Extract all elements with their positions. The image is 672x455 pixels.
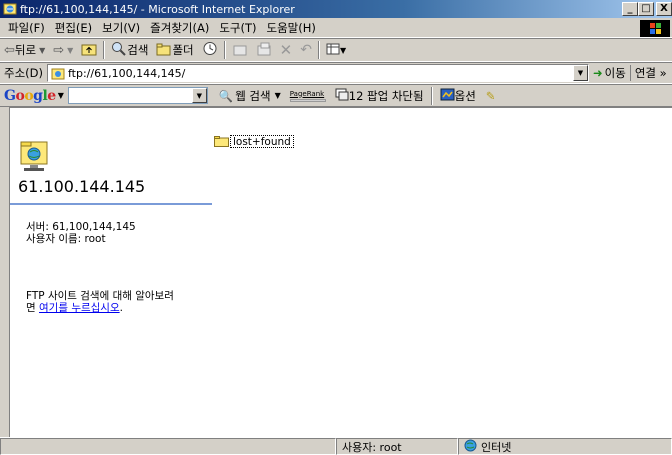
help-line-2-suffix: . bbox=[119, 302, 123, 314]
menu-view[interactable]: 보기(V) bbox=[97, 20, 145, 36]
toolbar-separator bbox=[430, 86, 433, 105]
history-button[interactable] bbox=[198, 41, 222, 59]
close-button[interactable]: X bbox=[656, 2, 672, 16]
folders-button[interactable]: 폴더 bbox=[152, 42, 197, 59]
help-line-2-prefix: 면 bbox=[26, 302, 39, 314]
server-address-text: 서버: 61,100,144,145 bbox=[26, 221, 136, 233]
go-label: 이동 bbox=[604, 66, 626, 80]
menu-bar: 파일(F) 편집(E) 보기(V) 즐겨찾기(A) 도구(T) 도움말(H) bbox=[0, 18, 672, 38]
search-label: 검색 bbox=[127, 43, 149, 57]
search-button[interactable]: 검색 bbox=[107, 41, 152, 59]
back-arrow-icon: ⇦ bbox=[4, 42, 15, 58]
toolbar: ⇦ 뒤로 ▼ ⇨ ▼ 검색 폴더 ✕ ↶ ▼ bbox=[0, 38, 672, 62]
undo-icon: ↶ bbox=[300, 42, 312, 58]
pagerank-bar bbox=[289, 98, 326, 102]
folders-icon bbox=[156, 42, 172, 59]
up-folder-button[interactable] bbox=[77, 42, 101, 59]
views-icon bbox=[326, 43, 340, 58]
move-to-button[interactable] bbox=[228, 42, 252, 59]
toolbar-separator bbox=[223, 41, 226, 59]
toolbar-separator bbox=[103, 41, 106, 59]
go-button[interactable]: ➜ 이동 bbox=[589, 65, 630, 81]
ftp-server-icon bbox=[20, 140, 48, 172]
heading-divider bbox=[10, 203, 212, 205]
chevron-down-icon[interactable]: ▼ bbox=[67, 46, 73, 55]
ftp-content-area[interactable]: 61.100.144.145 서버: 61,100,144,145 사용자 이름… bbox=[9, 107, 672, 437]
help-link[interactable]: 여기를 누르십시오 bbox=[39, 302, 120, 314]
google-toolbar: Google ▼ ▼ 🔍 웹 검색 ▼ PageRank 12 팝업 차단됨 옵… bbox=[0, 84, 672, 107]
history-icon bbox=[202, 41, 218, 59]
minimize-button[interactable]: _ bbox=[622, 2, 638, 16]
maximize-button[interactable]: □ bbox=[638, 2, 654, 16]
google-logo[interactable]: Google bbox=[0, 88, 58, 104]
google-search-input[interactable]: ▼ bbox=[67, 87, 208, 104]
options-icon bbox=[440, 88, 455, 104]
chevron-down-icon[interactable]: ▼ bbox=[39, 46, 45, 55]
forward-arrow-icon: ⇨ bbox=[53, 42, 65, 58]
web-search-label: 웹 검색 bbox=[235, 88, 271, 103]
menu-file[interactable]: 파일(F) bbox=[0, 20, 50, 36]
address-value: ftp://61,100,144,145/ bbox=[68, 66, 186, 80]
up-folder-icon bbox=[81, 42, 97, 59]
views-dropdown-chevron: ▼ bbox=[339, 45, 347, 55]
ie-window-icon[interactable] bbox=[3, 2, 17, 16]
views-button[interactable]: ▼ bbox=[322, 43, 350, 58]
highlight-button[interactable]: ✎ bbox=[481, 89, 501, 103]
menu-help[interactable]: 도움말(H) bbox=[262, 20, 321, 36]
status-bar: 사용자: root 인터넷 bbox=[0, 437, 672, 455]
copy-to-icon bbox=[256, 42, 272, 59]
popup-blocker-label: 12 팝업 차단됨 bbox=[348, 88, 424, 103]
status-zone: 인터넷 bbox=[458, 438, 672, 455]
pagerank-label: PageRank bbox=[289, 89, 325, 98]
address-dropdown-button[interactable]: ▼ bbox=[573, 65, 588, 81]
google-search-dropdown-button[interactable]: ▼ bbox=[191, 88, 207, 103]
status-message bbox=[0, 438, 336, 455]
server-info: 서버: 61,100,144,145 사용자 이름: root bbox=[26, 221, 136, 245]
windows-logo-icon bbox=[640, 20, 670, 37]
file-item-lost-found[interactable]: lost+found bbox=[214, 135, 294, 148]
server-name-heading: 61.100.144.145 bbox=[18, 177, 146, 196]
google-menu-chevron-icon[interactable]: ▼ bbox=[58, 91, 64, 100]
help-line-1: FTP 사이트 검색에 대해 알아보려 bbox=[26, 290, 174, 302]
binoculars-icon: 🔍 bbox=[218, 88, 234, 103]
copy-to-button[interactable] bbox=[252, 42, 276, 59]
menu-favorites[interactable]: 즐겨찾기(A) bbox=[145, 20, 214, 36]
popup-blocker-icon bbox=[335, 88, 349, 104]
delete-icon: ✕ bbox=[279, 41, 293, 59]
popup-blocker-button[interactable]: 12 팝업 차단됨 bbox=[330, 88, 429, 104]
address-label: 주소(D) bbox=[4, 66, 43, 80]
status-zone-label: 인터넷 bbox=[481, 440, 512, 454]
title-bar[interactable]: ftp://61,100,144,145/ - Microsoft Intern… bbox=[0, 0, 672, 18]
options-button[interactable]: 옵션 bbox=[435, 88, 481, 104]
user-name-text: 사용자 이름: root bbox=[26, 233, 106, 245]
back-label: 뒤로 bbox=[14, 43, 37, 57]
web-search-button[interactable]: 🔍 웹 검색 ▼ bbox=[214, 88, 286, 104]
folders-label: 폴더 bbox=[172, 43, 194, 57]
window-title: ftp://61,100,144,145/ - Microsoft Intern… bbox=[20, 2, 295, 16]
file-item-label: lost+found bbox=[230, 135, 294, 148]
toolbar-separator bbox=[317, 41, 320, 59]
search-icon bbox=[111, 41, 127, 59]
chevron-down-icon[interactable]: ▼ bbox=[275, 91, 281, 100]
undo-button[interactable]: ↶ bbox=[296, 42, 316, 58]
go-arrow-icon: ➜ bbox=[593, 66, 603, 80]
ftp-page-icon bbox=[51, 67, 65, 80]
address-input[interactable]: ftp://61,100,144,145/ ▼ bbox=[47, 64, 589, 82]
folder-icon bbox=[214, 136, 229, 147]
menu-edit[interactable]: 편집(E) bbox=[50, 20, 97, 36]
internet-zone-icon bbox=[464, 439, 477, 455]
menu-tools[interactable]: 도구(T) bbox=[214, 20, 261, 36]
address-bar: 주소(D) ftp://61,100,144,145/ ▼ ➜ 이동 연결 » bbox=[0, 62, 672, 84]
ftp-help-text: FTP 사이트 검색에 대해 알아보려 면 여기를 누르십시오. bbox=[26, 290, 174, 314]
options-label: 옵션 bbox=[454, 88, 476, 103]
status-user: 사용자: root bbox=[336, 438, 458, 455]
move-to-icon bbox=[232, 42, 248, 59]
delete-button[interactable]: ✕ bbox=[276, 41, 297, 59]
back-button[interactable]: ⇦ 뒤로 ▼ bbox=[0, 42, 49, 58]
links-button[interactable]: 연결 » bbox=[629, 65, 667, 81]
web-view-pane: 61.100.144.145 서버: 61,100,144,145 사용자 이름… bbox=[10, 108, 212, 437]
pagerank-indicator[interactable]: PageRank bbox=[286, 90, 330, 102]
pencil-icon: ✎ bbox=[485, 88, 496, 103]
forward-button[interactable]: ⇨ ▼ bbox=[49, 43, 77, 58]
